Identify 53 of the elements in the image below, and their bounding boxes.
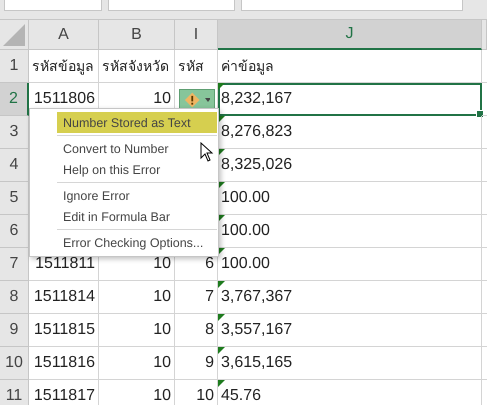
- table-cell: 10: [99, 380, 175, 405]
- row-header[interactable]: 8: [0, 281, 29, 314]
- select-all-corner[interactable]: [0, 20, 29, 50]
- table-cell: 7: [175, 281, 218, 314]
- row-header[interactable]: 6: [0, 215, 29, 248]
- table-cell: 1511817: [29, 380, 99, 405]
- table-cell: 100.00: [218, 248, 482, 281]
- table-cell: ค่าข้อมูล: [218, 50, 482, 83]
- table-cell: 10: [99, 347, 175, 380]
- table-cell: รหัสข้อมูล: [29, 50, 99, 83]
- row-header[interactable]: 2: [0, 83, 29, 116]
- formula-bar[interactable]: [241, 0, 463, 11]
- table-cell: 3,557,167: [218, 314, 482, 347]
- table-cell: รหัส: [175, 50, 218, 83]
- warning-icon: [184, 91, 200, 109]
- column-header[interactable]: J: [218, 20, 482, 50]
- table-cell: 8,232,167: [218, 83, 482, 116]
- column-header[interactable]: I: [175, 20, 218, 50]
- row-header[interactable]: 1: [0, 50, 29, 83]
- caret-icon: [204, 98, 210, 102]
- name-box[interactable]: [4, 0, 102, 11]
- error-indicator-icon: [218, 380, 225, 387]
- table-cell: 10: [99, 314, 175, 347]
- menu-item[interactable]: Convert to Number: [57, 138, 217, 159]
- table-cell: รหัสจังหวัด: [99, 50, 175, 83]
- error-indicator-icon: [218, 314, 225, 321]
- menu-item[interactable]: Ignore Error: [57, 185, 217, 206]
- row-header[interactable]: 7: [0, 248, 29, 281]
- table-cell: 45.76: [218, 380, 482, 405]
- table-cell: 3,615,165: [218, 347, 482, 380]
- error-indicator-icon: [218, 281, 225, 288]
- row-header[interactable]: 10: [0, 347, 29, 380]
- column-header[interactable]: [482, 20, 487, 50]
- table-cell: 9: [175, 347, 218, 380]
- table-cell: 1511815: [29, 314, 99, 347]
- error-indicator-icon: [218, 347, 225, 354]
- table-cell: 1511814: [29, 281, 99, 314]
- menu-item[interactable]: Edit in Formula Bar: [57, 206, 217, 227]
- row-header[interactable]: 4: [0, 149, 29, 182]
- mouse-pointer-icon: [200, 142, 214, 162]
- column-header[interactable]: A: [29, 20, 99, 50]
- row-header[interactable]: 11: [0, 380, 29, 405]
- table-cell: 1511816: [29, 347, 99, 380]
- table-cell: 10: [99, 281, 175, 314]
- error-indicator-icon: [218, 83, 225, 90]
- column-header[interactable]: B: [99, 20, 175, 50]
- menu-item[interactable]: Number Stored as Text: [57, 112, 217, 133]
- table-cell: 8: [175, 314, 218, 347]
- table-cell: 3,767,367: [218, 281, 482, 314]
- row-header[interactable]: 5: [0, 182, 29, 215]
- row-header[interactable]: 3: [0, 116, 29, 149]
- menu-item[interactable]: Help on this Error: [57, 159, 217, 180]
- row-header[interactable]: 9: [0, 314, 29, 347]
